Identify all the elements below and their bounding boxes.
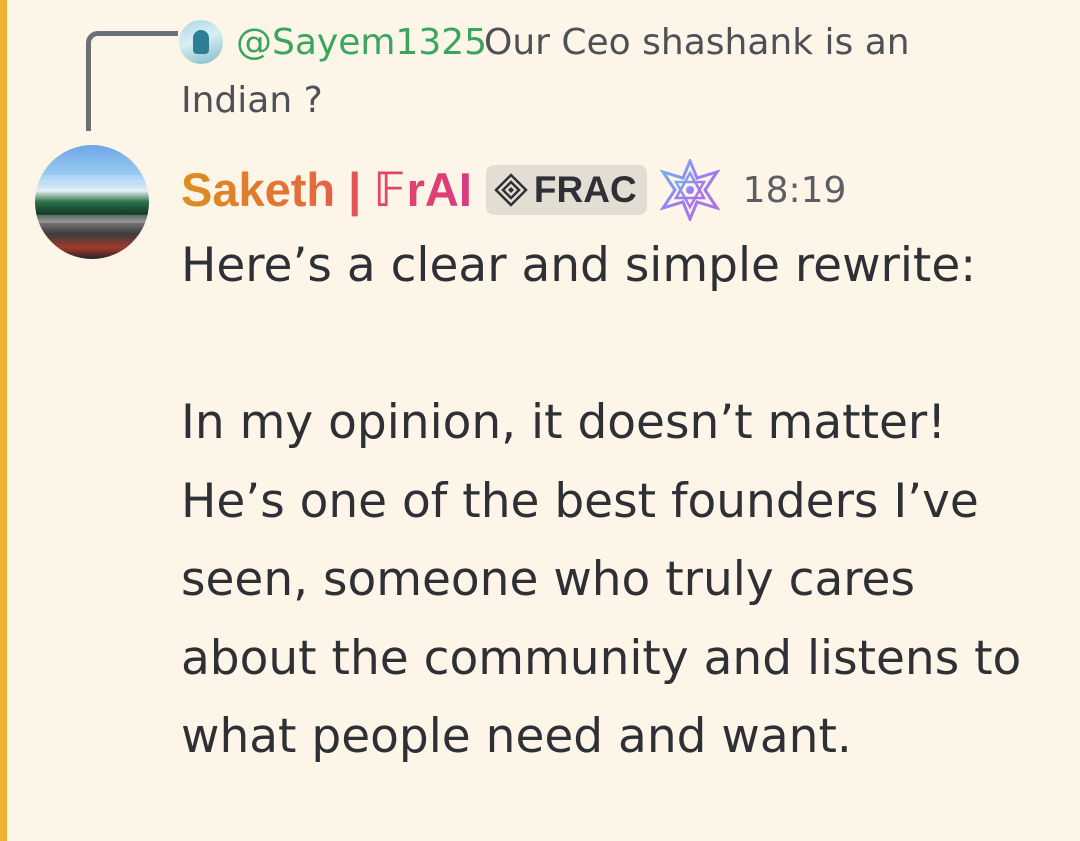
message-highlight-bar [0,0,7,841]
reply-avatar-figure [193,30,209,54]
message-line: seen, someone who truly cares [181,552,915,607]
reply-avatar[interactable] [179,20,223,64]
message-line: In my opinion, it doesn’t matter! [181,395,947,450]
author-username[interactable]: Saketh | 𝔽rAI [181,162,472,218]
avatar-detail [35,175,149,183]
server-tag[interactable]: FRAC [485,165,647,215]
message-line: Here’s a clear and simple rewrite: [181,238,977,293]
avatar-detail [35,215,149,223]
author-avatar[interactable] [35,145,149,259]
reply-mention[interactable]: @Sayem1325 [236,14,487,72]
message-line: He’s one of the best founders I’ve [181,473,979,529]
reply-text-line: Indian ? [181,80,323,121]
message-line [181,306,1061,385]
reply-text-line: Our Ceo shashank is an [484,22,910,63]
message-timestamp[interactable]: 18:19 [743,170,847,211]
star-badge-icon [659,159,721,221]
reply-spine-line [86,31,178,131]
server-tag-label: FRAC [533,169,637,210]
message-content[interactable]: Here’s a clear and simple rewrite: In my… [181,227,1061,777]
message-line: what people need and want. [181,709,852,764]
message-header: Saketh | 𝔽rAI FRAC 18:19 [181,159,847,221]
diamond-tag-icon [494,173,528,207]
message-line: about the community and listens to [181,630,1022,686]
